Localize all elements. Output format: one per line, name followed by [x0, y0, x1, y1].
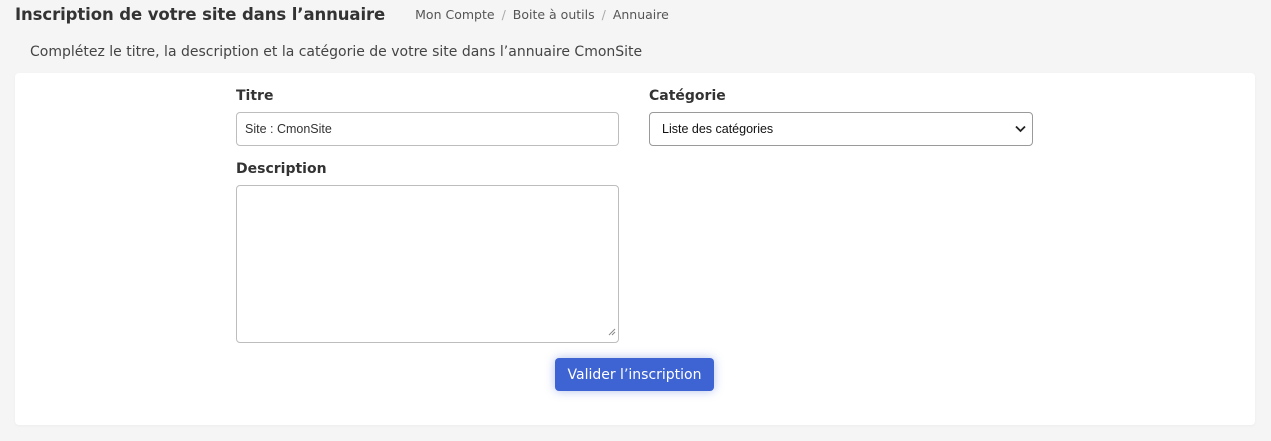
- breadcrumb-separator: /: [601, 7, 606, 22]
- category-select[interactable]: Liste des catégories: [649, 112, 1033, 146]
- breadcrumb-item-boite-a-outils[interactable]: Boite à outils: [513, 7, 595, 22]
- intro-text: Complétez le titre, la description et la…: [30, 44, 643, 60]
- description-textarea[interactable]: [236, 185, 619, 343]
- resize-grip-icon[interactable]: [608, 321, 616, 340]
- breadcrumb-separator: /: [501, 7, 506, 22]
- description-label: Description: [236, 161, 327, 177]
- title-input[interactable]: [236, 112, 619, 146]
- form-card: Titre Catégorie Liste des catégories Des…: [15, 73, 1255, 425]
- breadcrumb-item-annuaire: Annuaire: [612, 7, 669, 22]
- category-label: Catégorie: [649, 88, 726, 104]
- title-label: Titre: [236, 88, 274, 104]
- page-header: Inscription de votre site dans l’annuair…: [15, 5, 669, 24]
- breadcrumb-item-mon-compte[interactable]: Mon Compte: [415, 7, 494, 22]
- breadcrumb: Mon Compte / Boite à outils / Annuaire: [415, 7, 669, 22]
- page-title: Inscription de votre site dans l’annuair…: [15, 5, 386, 24]
- chevron-down-icon: [1015, 125, 1026, 133]
- category-select-value: Liste des catégories: [662, 122, 774, 136]
- submit-button[interactable]: Valider l’inscription: [555, 358, 714, 391]
